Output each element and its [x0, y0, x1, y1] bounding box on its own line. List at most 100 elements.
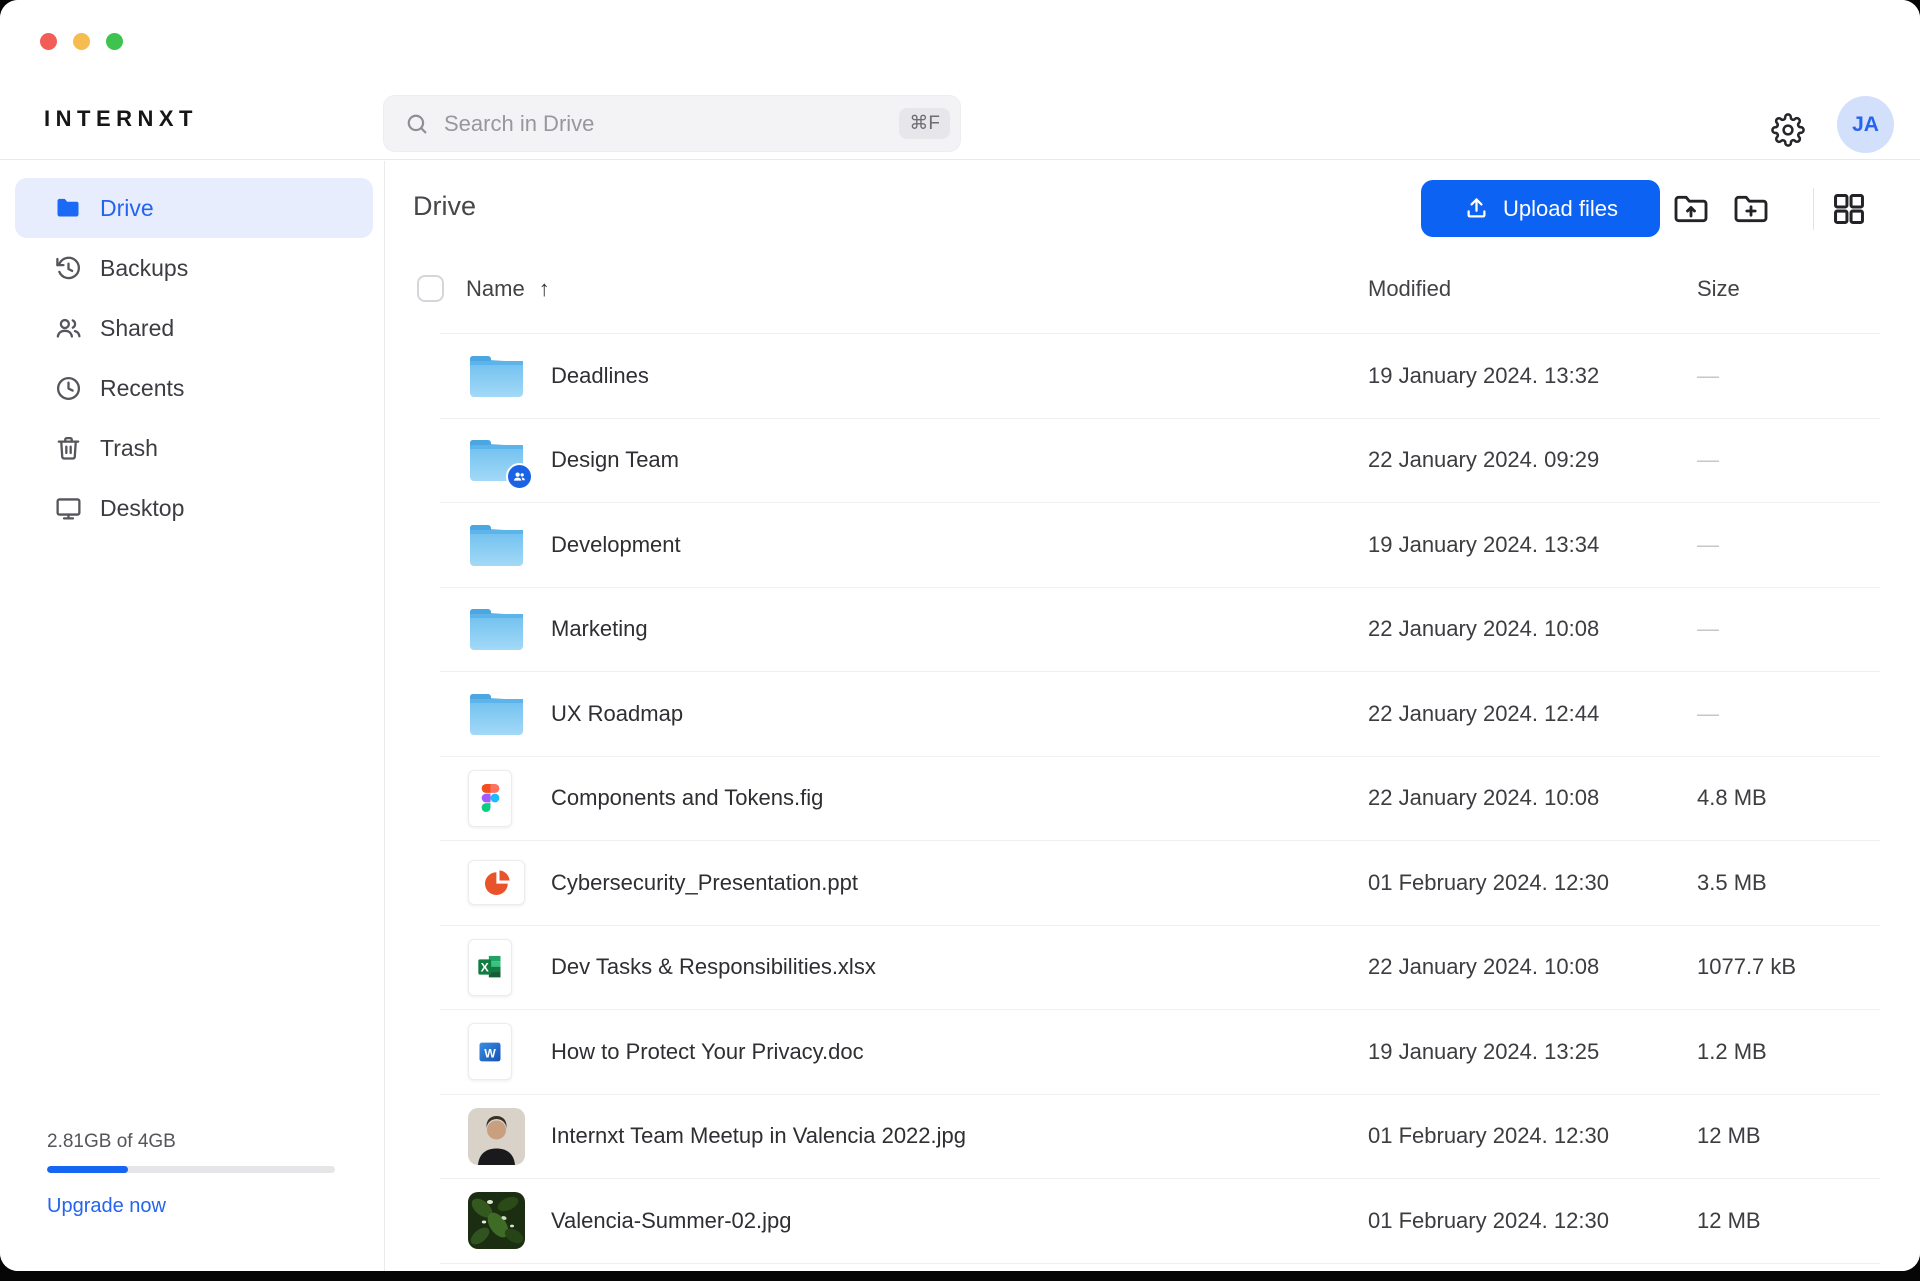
users-icon — [53, 313, 83, 343]
sidebar-item-backups[interactable]: Backups — [15, 238, 373, 298]
table-row[interactable]: X Dev Tasks & Responsibilities.xlsx 22 J… — [440, 926, 1880, 1011]
sidebar-item-label: Drive — [100, 195, 154, 222]
file-size: — — [1697, 532, 1880, 558]
svg-text:W: W — [484, 1046, 496, 1060]
folder-icon — [468, 691, 525, 737]
column-header-size[interactable]: Size — [1697, 276, 1740, 302]
file-name: Internxt Team Meetup in Valencia 2022.jp… — [551, 1123, 1368, 1149]
maximize-window-button[interactable] — [106, 33, 123, 50]
monitor-icon — [53, 493, 83, 523]
search-bar[interactable]: ⌘F — [383, 95, 961, 152]
figma-file-icon — [468, 770, 512, 827]
sidebar-item-label: Desktop — [100, 495, 184, 522]
file-size: 12 MB — [1697, 1208, 1880, 1234]
file-icon-cell — [440, 437, 551, 483]
upload-folder-button[interactable] — [1668, 186, 1714, 232]
table-row[interactable]: UX Roadmap 22 January 2024. 12:44 — — [440, 672, 1880, 757]
file-size: — — [1697, 363, 1880, 389]
select-all-checkbox[interactable] — [417, 275, 444, 302]
grid-view-button[interactable] — [1826, 186, 1872, 232]
file-icon-cell — [440, 522, 551, 568]
sidebar: Drive Backups Shared Recents Trash Deskt… — [0, 161, 385, 1271]
file-size: — — [1697, 616, 1880, 642]
sidebar-item-label: Recents — [100, 375, 184, 402]
file-icon-cell — [440, 691, 551, 737]
sidebar-item-recents[interactable]: Recents — [15, 358, 373, 418]
file-name: How to Protect Your Privacy.doc — [551, 1039, 1368, 1065]
folder-icon — [468, 606, 525, 652]
window-controls — [40, 33, 123, 50]
file-size: 1077.7 kB — [1697, 954, 1880, 980]
photo-leaves-icon — [468, 1192, 525, 1249]
top-bar: INTERNXT ⌘F JA — [0, 0, 1920, 160]
file-modified: 22 January 2024. 09:29 — [1368, 447, 1697, 473]
upgrade-now-link[interactable]: Upgrade now — [47, 1195, 166, 1218]
folder-shared-icon — [468, 437, 525, 483]
file-modified: 22 January 2024. 10:08 — [1368, 785, 1697, 811]
minimize-window-button[interactable] — [73, 33, 90, 50]
search-input[interactable] — [444, 111, 899, 137]
svg-text:X: X — [481, 961, 490, 975]
grid-view-icon — [1830, 190, 1868, 228]
settings-button[interactable] — [1766, 108, 1810, 152]
photo-portrait-icon — [468, 1108, 525, 1165]
close-window-button[interactable] — [40, 33, 57, 50]
file-modified: 01 February 2024. 12:30 — [1368, 1123, 1697, 1149]
table-row[interactable]: Cybersecurity_Presentation.ppt 01 Februa… — [440, 841, 1880, 926]
storage-widget: 2.81GB of 4GB Upgrade now — [47, 1131, 335, 1218]
table-row[interactable]: Valencia-Summer-02.jpg 01 February 2024.… — [440, 1179, 1880, 1264]
avatar[interactable]: JA — [1837, 96, 1894, 153]
table-row[interactable]: Deadlines 19 January 2024. 13:32 — — [440, 334, 1880, 419]
file-name: Deadlines — [551, 363, 1368, 389]
file-size: 4.8 MB — [1697, 785, 1880, 811]
file-name: Marketing — [551, 616, 1368, 642]
gear-icon — [1771, 113, 1805, 147]
file-list: Deadlines 19 January 2024. 13:32 — Desig… — [440, 333, 1880, 1264]
file-icon-cell — [440, 1192, 551, 1249]
folder-icon — [468, 522, 525, 568]
table-row[interactable]: Development 19 January 2024. 13:34 — — [440, 503, 1880, 588]
table-row[interactable]: Components and Tokens.fig 22 January 202… — [440, 757, 1880, 842]
file-modified: 01 February 2024. 12:30 — [1368, 1208, 1697, 1234]
excel-file-icon: X — [468, 939, 512, 996]
main-content: Drive Upload files Name↑ Modified Size — [386, 161, 1920, 1271]
file-icon-cell — [440, 770, 551, 827]
table-row[interactable]: Marketing 22 January 2024. 10:08 — — [440, 588, 1880, 673]
toolbar-divider — [1813, 188, 1814, 230]
table-row[interactable]: W How to Protect Your Privacy.doc 19 Jan… — [440, 1010, 1880, 1095]
sidebar-nav: Drive Backups Shared Recents Trash Deskt… — [15, 178, 373, 538]
sidebar-item-desktop[interactable]: Desktop — [15, 478, 373, 538]
file-icon-cell — [440, 353, 551, 399]
table-row[interactable]: Design Team 22 January 2024. 09:29 — — [440, 419, 1880, 504]
create-folder-button[interactable] — [1728, 186, 1774, 232]
file-modified: 22 January 2024. 12:44 — [1368, 701, 1697, 727]
sidebar-item-label: Shared — [100, 315, 174, 342]
powerpoint-file-icon — [468, 860, 525, 905]
internxt-logo: INTERNXT — [44, 106, 198, 132]
file-modified: 19 January 2024. 13:25 — [1368, 1039, 1697, 1065]
file-name: Components and Tokens.fig — [551, 785, 1368, 811]
column-header-name[interactable]: Name↑ — [466, 276, 550, 302]
upload-files-button[interactable]: Upload files — [1421, 180, 1660, 237]
file-size: — — [1697, 701, 1880, 727]
file-name: Dev Tasks & Responsibilities.xlsx — [551, 954, 1368, 980]
file-modified: 01 February 2024. 12:30 — [1368, 870, 1697, 896]
trash-icon — [53, 433, 83, 463]
table-row[interactable]: Internxt Team Meetup in Valencia 2022.jp… — [440, 1095, 1880, 1180]
sidebar-item-drive[interactable]: Drive — [15, 178, 373, 238]
sidebar-item-shared[interactable]: Shared — [15, 298, 373, 358]
file-size: 3.5 MB — [1697, 870, 1880, 896]
column-header-modified[interactable]: Modified — [1368, 276, 1451, 302]
clock-icon — [53, 373, 83, 403]
file-icon-cell — [440, 860, 551, 905]
file-size: — — [1697, 447, 1880, 473]
folder-icon — [468, 353, 525, 399]
file-modified: 19 January 2024. 13:32 — [1368, 363, 1697, 389]
upload-files-label: Upload files — [1503, 196, 1618, 222]
storage-usage-text: 2.81GB of 4GB — [47, 1131, 335, 1153]
folder-plus-icon — [1731, 189, 1771, 229]
sidebar-item-label: Backups — [100, 255, 188, 282]
sidebar-item-trash[interactable]: Trash — [15, 418, 373, 478]
file-icon-cell — [440, 1108, 551, 1165]
folder-upload-icon — [1671, 189, 1711, 229]
